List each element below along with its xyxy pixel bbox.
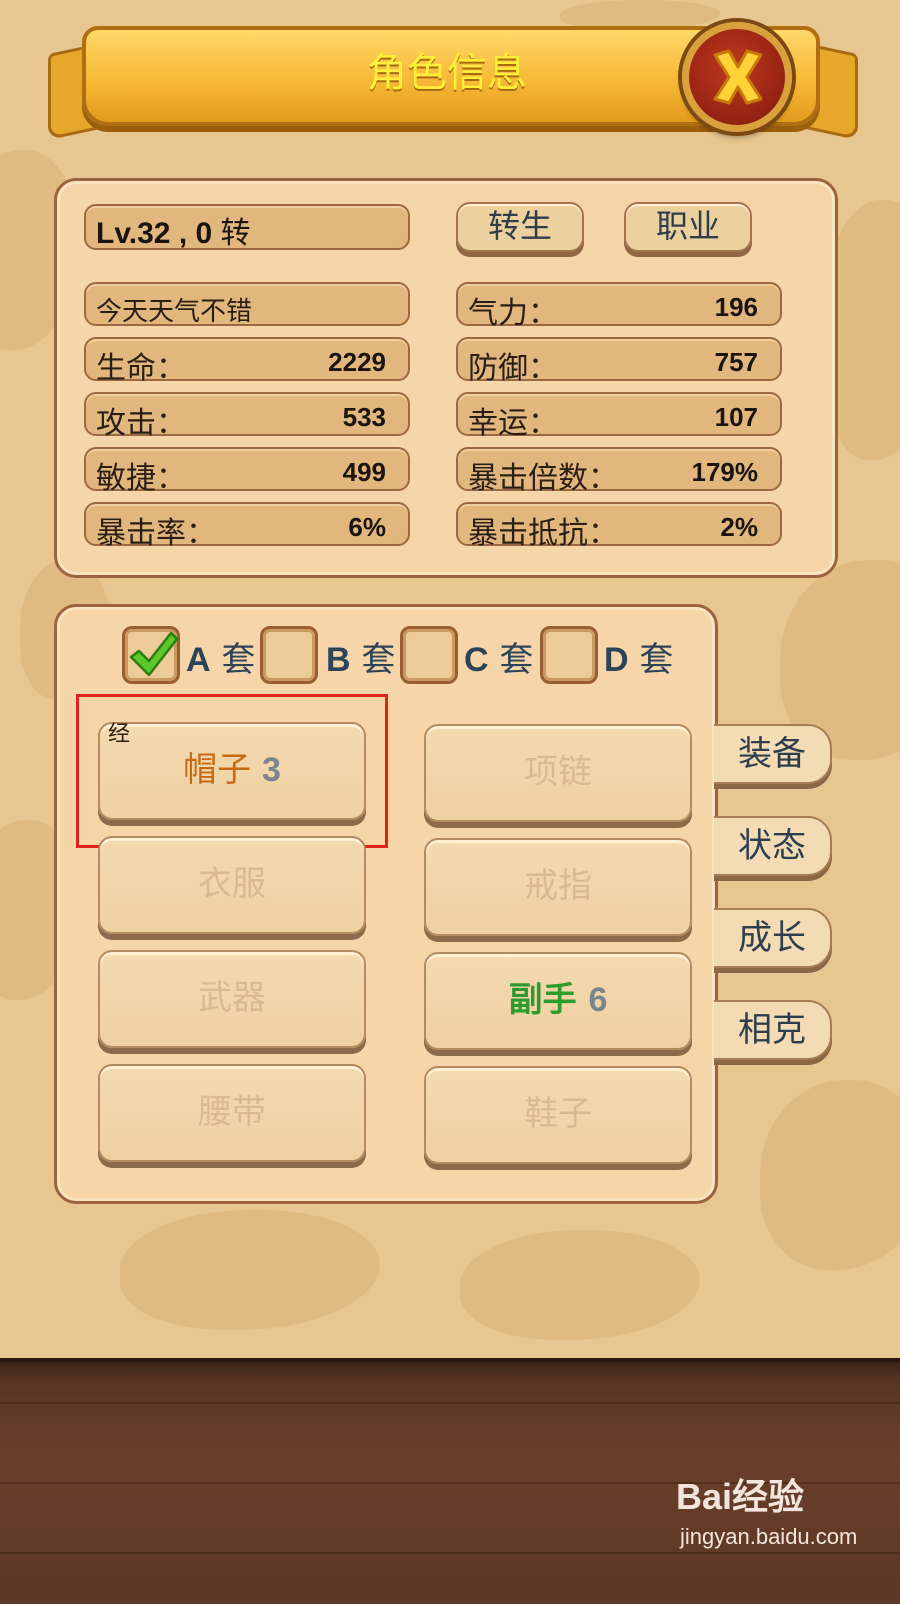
set-letter: B xyxy=(326,641,351,679)
set-suffix: 套 xyxy=(221,640,256,680)
stat-label: 气力： xyxy=(468,296,558,331)
set-suffix: 套 xyxy=(639,640,674,680)
bg-blob xyxy=(760,1080,900,1270)
stat-row-crit-multiplier: 暴击倍数： 179% xyxy=(456,447,782,496)
status-message: 今天天气不错 xyxy=(96,297,253,327)
set-suffix: 套 xyxy=(361,640,396,680)
bg-blob xyxy=(120,1210,380,1330)
stat-label: 防御： xyxy=(468,351,558,386)
stat-value: 196 xyxy=(714,292,758,322)
stat-label: 暴击率： xyxy=(96,516,216,551)
stat-value: 179% xyxy=(691,457,759,487)
stat-value: 499 xyxy=(342,457,386,487)
set-letter: A xyxy=(186,641,211,679)
equip-slot-necklace[interactable]: 项链 xyxy=(424,724,692,822)
equip-slot-weapon[interactable]: 武器 xyxy=(98,950,366,1048)
stat-row-hp: 生命： 2229 xyxy=(84,337,410,386)
level-value: Lv.32 , 0 xyxy=(96,217,213,250)
stat-row-crit-rate: 暴击率： 6% xyxy=(84,502,410,551)
stat-row-agility: 敏捷： 499 xyxy=(84,447,410,496)
stat-label: 暴击抵抗： xyxy=(468,516,618,551)
stat-row-status-message: 今天天气不错 xyxy=(84,282,410,327)
set-suffix: 套 xyxy=(499,640,534,680)
highlight-box xyxy=(76,694,388,848)
equip-slot-offhand[interactable]: 副手 6 xyxy=(424,952,692,1050)
tab-growth[interactable]: 成长 xyxy=(714,908,832,968)
set-d-label[interactable]: D 套 xyxy=(604,632,673,681)
set-a-label[interactable]: A 套 xyxy=(186,632,255,681)
job-button[interactable]: 职业 xyxy=(624,202,752,252)
tab-counter[interactable]: 相克 xyxy=(714,1000,832,1060)
watermark-url: jingyan.baidu.com xyxy=(680,1524,858,1549)
stat-row-luck: 幸运： 107 xyxy=(456,392,782,441)
stat-value: 107 xyxy=(714,402,758,432)
checkmark-icon xyxy=(129,631,179,677)
rebirth-button[interactable]: 转生 xyxy=(456,202,584,252)
close-icon xyxy=(713,49,763,105)
equip-slot-clothes[interactable]: 衣服 xyxy=(98,836,366,934)
set-c-checkbox[interactable] xyxy=(400,626,458,684)
stat-value: 2229 xyxy=(328,347,386,377)
tab-status[interactable]: 状态 xyxy=(714,816,832,876)
stat-row-defense: 防御： 757 xyxy=(456,337,782,386)
floor-line xyxy=(0,1402,900,1404)
bg-blob xyxy=(460,1230,700,1340)
stat-label: 幸运： xyxy=(468,406,558,441)
stat-row-attack: 攻击： 533 xyxy=(84,392,410,441)
stat-value: 757 xyxy=(714,347,758,377)
watermark-brand: Bai经验 xyxy=(676,1476,805,1517)
stat-row-crit-resist: 暴击抵抗： 2% xyxy=(456,502,782,551)
set-letter: C xyxy=(464,641,489,679)
floor-line xyxy=(0,1552,900,1554)
stat-label: 敏捷： xyxy=(96,461,186,496)
equip-slot-ring[interactable]: 戒指 xyxy=(424,838,692,936)
equip-slot-shoes[interactable]: 鞋子 xyxy=(424,1066,692,1164)
equip-level: 6 xyxy=(588,981,608,1019)
set-b-checkbox[interactable] xyxy=(260,626,318,684)
set-d-checkbox[interactable] xyxy=(540,626,598,684)
close-button[interactable] xyxy=(682,22,792,132)
equip-label: 副手 xyxy=(508,980,577,1020)
set-a-checkbox[interactable] xyxy=(122,626,180,684)
stat-value: 2% xyxy=(720,512,758,542)
stat-label: 生命： xyxy=(96,351,186,386)
stat-label: 暴击倍数： xyxy=(468,461,618,496)
stat-label: 攻击： xyxy=(96,406,186,441)
set-c-label[interactable]: C 套 xyxy=(464,632,533,681)
equip-slot-belt[interactable]: 腰带 xyxy=(98,1064,366,1162)
stat-value: 533 xyxy=(342,402,386,432)
set-letter: D xyxy=(604,641,629,679)
set-b-label[interactable]: B 套 xyxy=(326,632,395,681)
level-text: Lv.32 , 0 转 xyxy=(96,208,251,252)
stat-row-energy: 气力： 196 xyxy=(456,282,782,331)
stat-value: 6% xyxy=(348,512,386,542)
level-display: Lv.32 , 0 转 xyxy=(84,204,410,252)
tab-equipment[interactable]: 装备 xyxy=(714,724,832,784)
rebirth-count-suffix: 转 xyxy=(220,216,251,251)
